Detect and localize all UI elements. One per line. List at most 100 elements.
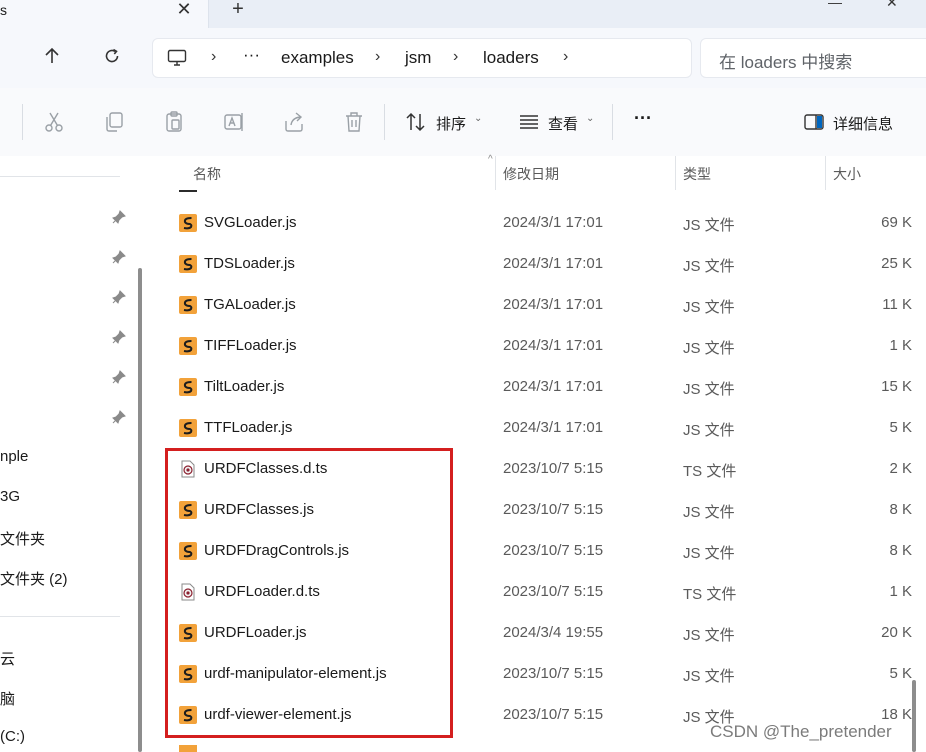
file-modified: 2024/3/1 17:01 [503,296,604,313]
nav-item[interactable]: 脑 [0,688,15,709]
column-divider[interactable] [675,156,676,190]
nav-item[interactable]: nple [0,448,28,465]
view-icon[interactable] [517,110,541,134]
file-modified: 2023/10/7 5:15 [503,583,604,600]
window-close-icon[interactable]: ✕ [886,0,898,11]
new-tab-icon[interactable]: + [226,0,250,22]
file-size: 8 K [889,501,912,518]
address-row: › ··· examples › jsm › loaders › 在 loade… [0,28,926,88]
pin-icon[interactable] [112,410,126,424]
file-type: JS 文件 [683,668,735,685]
file-row[interactable]: TiltLoader.js 2024/3/1 17:01 JS 文件 15 K [152,366,912,407]
file-size: 1 K [889,583,912,600]
file-name: TGALoader.js [204,296,296,313]
column-modified[interactable]: 修改日期 [503,164,559,184]
file-type: TS 文件 [683,586,737,603]
paste-icon[interactable] [162,110,186,134]
file-size: 11 K [882,296,912,313]
file-modified: 2024/3/1 17:01 [503,337,604,354]
sort-ascending-icon: ^ [488,154,493,165]
refresh-button[interactable] [98,42,126,70]
up-button[interactable] [38,42,66,70]
column-divider[interactable] [825,156,826,190]
details-button[interactable]: 详细信息 [833,113,893,134]
list-scrollbar[interactable] [912,680,916,752]
command-bar: 排序 ⌄ 查看 ⌄ ··· 详细信息 [0,88,926,157]
column-type[interactable]: 类型 [683,164,711,184]
column-name[interactable]: 名称 [193,164,221,184]
file-row[interactable]: TTFLoader.js 2024/3/1 17:01 JS 文件 5 K [152,407,912,448]
js-file-icon [179,255,197,273]
annotation-highlight-box [165,448,453,738]
file-type: JS 文件 [683,627,735,644]
more-options-button[interactable]: ··· [634,108,652,129]
file-modified: 2023/10/7 5:15 [503,542,604,559]
details-pane-icon[interactable] [802,110,826,134]
nav-item[interactable]: (C:) [0,728,25,745]
file-type: TS 文件 [683,463,737,480]
sort-icon[interactable] [404,110,428,134]
breadcrumb-item-loaders[interactable]: loaders [483,48,539,68]
column-size[interactable]: 大小 [833,164,861,184]
minimize-icon[interactable]: — [828,0,842,10]
file-size: 2 K [889,460,912,477]
nav-item[interactable]: 3G [0,488,20,505]
address-bar[interactable]: › ··· examples › jsm › loaders › [152,38,692,78]
view-button[interactable]: 查看 [548,113,578,134]
nav-divider [0,176,120,177]
file-modified: 2023/10/7 5:15 [503,460,604,477]
delete-icon[interactable] [342,110,366,134]
breadcrumb-item-examples[interactable]: examples [281,48,354,68]
file-type: JS 文件 [683,299,735,316]
sort-button[interactable]: 排序 [436,113,466,134]
file-size: 5 K [889,665,912,682]
navigation-pane: nple 3G 文件夹 文件夹 (2) 云 脑 (C:) [0,156,152,752]
cut-icon[interactable] [42,110,66,134]
file-type: JS 文件 [683,504,735,521]
partial-row-icon [179,745,197,752]
file-type: JS 文件 [683,217,735,234]
breadcrumb-overflow-button[interactable]: ··· [243,45,260,65]
file-size: 18 K [881,706,912,723]
watermark: CSDN @The_pretender [710,722,892,741]
partial-row-icon [179,190,197,192]
column-divider[interactable] [495,156,496,190]
file-modified: 2024/3/1 17:01 [503,255,604,272]
file-row[interactable]: TDSLoader.js 2024/3/1 17:01 JS 文件 25 K [152,243,912,284]
pin-icon[interactable] [112,290,126,304]
breadcrumb-separator: › [211,48,217,65]
tab-current[interactable]: s ✕ [0,0,209,28]
search-input[interactable]: 在 loaders 中搜索 [700,38,926,78]
file-modified: 2023/10/7 5:15 [503,706,604,723]
rename-icon[interactable] [222,110,246,134]
nav-item[interactable]: 云 [0,648,15,669]
tab-strip: s ✕ + — ✕ [0,0,926,28]
file-size: 5 K [889,419,912,436]
nav-item[interactable]: 文件夹 [0,528,45,549]
breadcrumb-item-jsm[interactable]: jsm [405,48,431,68]
nav-scrollbar[interactable] [138,268,142,752]
file-row[interactable]: TGALoader.js 2024/3/1 17:01 JS 文件 11 K [152,284,912,325]
file-modified: 2024/3/4 19:55 [503,624,604,641]
file-name: TDSLoader.js [204,255,295,272]
refresh-icon [105,48,119,63]
file-name: TiltLoader.js [204,378,285,395]
share-icon[interactable] [282,110,306,134]
pin-icon[interactable] [112,250,126,264]
copy-icon[interactable] [102,110,126,134]
tab-close-icon[interactable]: ✕ [172,0,196,22]
breadcrumb-separator: › [563,48,569,65]
file-size: 15 K [881,378,912,395]
js-file-icon [179,296,197,314]
file-type: JS 文件 [683,422,735,439]
pin-icon[interactable] [112,330,126,344]
file-modified: 2024/3/1 17:01 [503,378,604,395]
pin-icon[interactable] [112,210,126,224]
file-name: TIFFLoader.js [204,337,297,354]
file-row[interactable]: TIFFLoader.js 2024/3/1 17:01 JS 文件 1 K [152,325,912,366]
pin-icon[interactable] [112,370,126,384]
nav-item[interactable]: 文件夹 (2) [0,568,68,589]
file-type: JS 文件 [683,340,735,357]
js-file-icon [179,419,197,437]
file-row[interactable]: SVGLoader.js 2024/3/1 17:01 JS 文件 69 K [152,202,912,243]
